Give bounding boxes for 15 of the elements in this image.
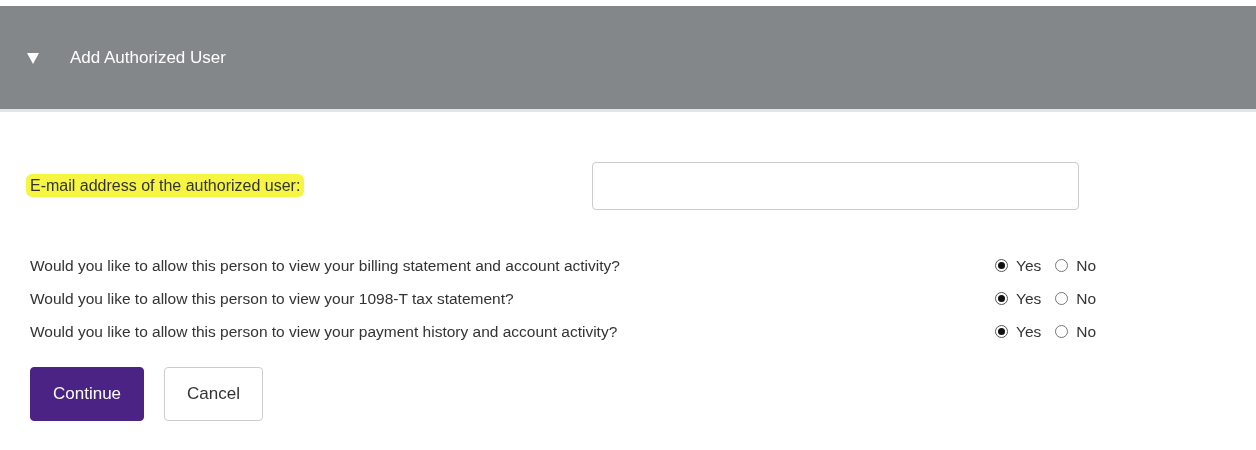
radio-option[interactable]: Yes: [995, 253, 1042, 278]
radio-option[interactable]: Yes: [995, 319, 1042, 344]
field-label: E-mail address of the authorized user:: [26, 174, 305, 197]
question-text: Would you like to allow this person to view your billing statement and account activity?: [29, 255, 621, 276]
question-text: Would you like to allow this person to view your 1098-T tax statement?: [29, 288, 515, 309]
radio-option[interactable]: No: [1055, 319, 1097, 344]
radio-option[interactable]: Yes: [995, 286, 1042, 311]
radio-option[interactable]: No: [1055, 253, 1097, 278]
radio-option[interactable]: No: [1055, 286, 1097, 311]
email-input[interactable]: [592, 162, 1079, 210]
panel-title: Add Authorized User: [70, 46, 226, 69]
cancel-button[interactable]: Cancel: [164, 367, 263, 421]
panel-header[interactable]: Add Authorized User: [0, 6, 1256, 112]
question-text: Would you like to allow this person to view your payment history and account activity?: [29, 321, 619, 342]
continue-button[interactable]: Continue: [30, 367, 145, 421]
